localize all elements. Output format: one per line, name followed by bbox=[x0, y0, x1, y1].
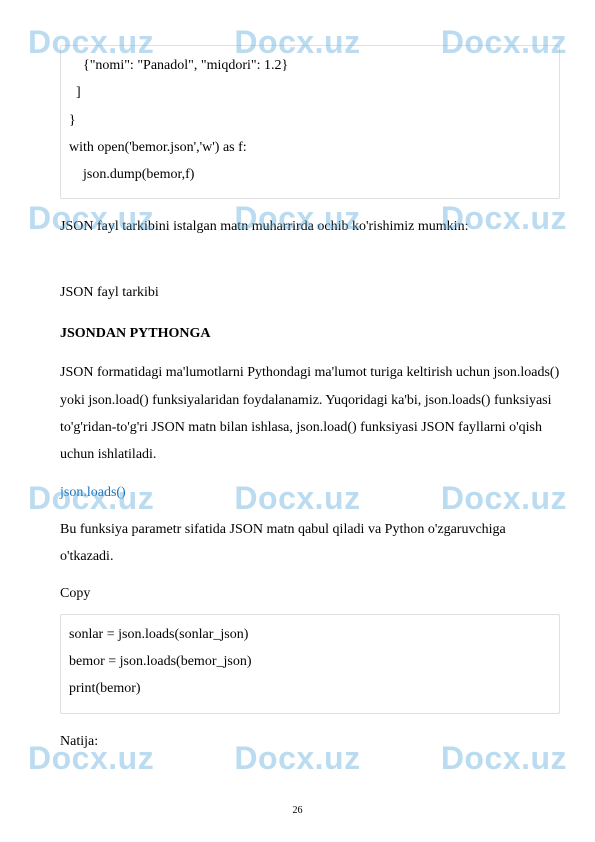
page-number: 26 bbox=[0, 805, 595, 816]
paragraph: JSON fayl tarkibini istalgan matn muharr… bbox=[60, 213, 560, 240]
result-label: Natija: bbox=[60, 728, 560, 755]
code-line: {"nomi": "Panadol", "miqdori": 1.2} bbox=[69, 52, 551, 79]
code-line: print(bemor) bbox=[69, 675, 551, 702]
link-json-loads[interactable]: json.loads() bbox=[60, 479, 560, 506]
paragraph: Bu funksiya parametr sifatida JSON matn … bbox=[60, 516, 560, 571]
section-label: JSON fayl tarkibi bbox=[60, 279, 560, 306]
code-line: } bbox=[69, 107, 551, 134]
code-line: ] bbox=[69, 79, 551, 106]
heading-jsondan-pythonga: JSONDAN PYTHONGA bbox=[60, 320, 560, 347]
code-block-1: {"nomi": "Panadol", "miqdori": 1.2} ] } … bbox=[60, 45, 560, 199]
code-block-2: sonlar = json.loads(sonlar_json) bemor =… bbox=[60, 614, 560, 714]
copy-label: Copy bbox=[60, 580, 560, 607]
paragraph: JSON formatidagi ma'lumotlarni Pythondag… bbox=[60, 359, 560, 468]
code-line: with open('bemor.json','w') as f: bbox=[69, 134, 551, 161]
code-line: json.dump(bemor,f) bbox=[69, 161, 551, 188]
code-line: bemor = json.loads(bemor_json) bbox=[69, 648, 551, 675]
document-content: {"nomi": "Panadol", "miqdori": 1.2} ] } … bbox=[60, 45, 560, 755]
code-line: sonlar = json.loads(sonlar_json) bbox=[69, 621, 551, 648]
